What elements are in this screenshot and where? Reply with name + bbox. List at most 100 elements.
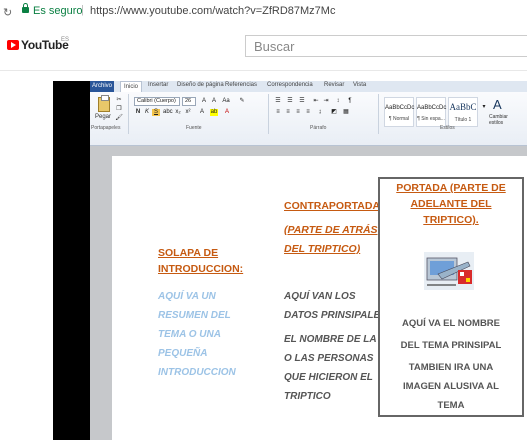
paragraph-group: ☰ ☰ ☰ ⇤ ⇥ ↕ ¶ ≡ ≡ ≡ ≡ ↨ ◩ ▦ Párrafo — [270, 94, 379, 134]
font-size-select[interactable]: 26 — [182, 97, 196, 106]
portada-line-4: IMAGEN ALUSIVA AL — [403, 381, 499, 392]
style-normal[interactable]: AaBbCcDc ¶ Normal — [384, 97, 414, 127]
tab-referencias[interactable]: Referencias — [225, 82, 257, 88]
justify-icon[interactable]: ≡ — [304, 109, 312, 116]
portada-title-2: ADELANTE DEL — [410, 198, 492, 210]
bold-icon[interactable]: N — [134, 109, 142, 116]
portada-line-2: DEL TEMA PRINSIPAL — [400, 340, 502, 351]
change-case-icon[interactable]: Aa — [222, 98, 230, 105]
numbering-icon[interactable]: ☰ — [286, 98, 294, 105]
shading-icon[interactable]: ◩ — [330, 109, 338, 116]
paste-icon[interactable] — [98, 95, 110, 112]
url-text[interactable]: https://www.youtube.com/watch?v=ZfRD87Mz… — [90, 5, 335, 17]
word-window: Archivo Inicio Insertar Diseño de página… — [90, 81, 527, 440]
contraportada-title-3: DEL TRIPTICO) — [284, 243, 361, 255]
style-normal-preview: AaBbCcDc — [385, 105, 415, 111]
portada-line-1: AQUÍ VA EL NOMBRE — [402, 318, 500, 329]
word-ribbon: Archivo Inicio Insertar Diseño de página… — [90, 81, 527, 146]
solapa-title-2: INTRODUCCION: — [158, 263, 244, 275]
text-effects-icon[interactable]: A — [198, 109, 206, 116]
tab-revisar[interactable]: Revisar — [324, 82, 344, 88]
cut-icon[interactable]: ✂ — [115, 97, 123, 104]
solapa-line-4: PEQUEÑA — [158, 348, 208, 359]
font-group: Calibri (Cuerpo) 26 A A Aa ✎ N K S abc x… — [130, 94, 269, 134]
youtube-logo-icon[interactable] — [7, 40, 19, 50]
lock-icon — [22, 3, 29, 13]
styles-group-label: Estilos — [440, 125, 455, 131]
contraportada-line-2: DATOS PRINSIPALES. — [284, 310, 390, 321]
increase-indent-icon[interactable]: ⇥ — [322, 98, 330, 105]
solapa-line-2: RESUMEN DEL — [158, 310, 231, 321]
clear-format-icon[interactable]: ✎ — [238, 98, 246, 105]
style-sin-espaciado-preview: AaBbCcDc — [417, 105, 447, 111]
superscript-icon[interactable]: x² — [184, 109, 192, 116]
portada-title-1: PORTADA (PARTE DE — [396, 182, 506, 194]
solapa-line-3: TEMA O UNA — [158, 329, 221, 340]
document-page[interactable]: SOLAPA DE INTRODUCCION: AQUÍ VA UN RESUM… — [112, 156, 527, 440]
clipboard-group: Pegar ✂ ❐ 🖌 Portapapeles — [90, 94, 129, 134]
multilevel-list-icon[interactable]: ☰ — [298, 98, 306, 105]
line-spacing-icon[interactable]: ↨ — [316, 109, 324, 116]
strikethrough-icon[interactable]: abc — [163, 109, 173, 116]
decrease-indent-icon[interactable]: ⇤ — [312, 98, 320, 105]
youtube-header: YouTube ES — [0, 26, 527, 71]
contraportada-title-1: CONTRAPORTADA: — [284, 200, 384, 212]
shrink-font-icon[interactable]: A — [210, 98, 218, 105]
ribbon-toolbar: Pegar ✂ ❐ 🖌 Portapapeles Calibri (Cuerpo… — [90, 92, 527, 146]
secure-label: Es seguro — [33, 5, 83, 17]
tab-correspondencia[interactable]: Correspondencia — [267, 82, 313, 88]
portada-line-5: TEMA — [437, 400, 465, 411]
contraportada-title-2: (PARTE DE ATRÁS — [284, 224, 378, 236]
pilcrow-icon[interactable]: ¶ — [346, 98, 354, 105]
contraportada-line-4: O LAS PERSONAS — [284, 353, 374, 364]
highlight-icon[interactable]: ab — [210, 109, 218, 116]
sort-icon[interactable]: ↕ — [334, 98, 342, 105]
tab-inicio[interactable]: Inicio — [120, 81, 143, 92]
style-normal-name: ¶ Normal — [388, 116, 410, 122]
align-center-icon[interactable]: ≡ — [284, 109, 292, 116]
copy-icon[interactable]: ❐ — [115, 106, 123, 113]
reload-icon[interactable]: ↻ — [3, 6, 12, 19]
search-input[interactable] — [245, 35, 527, 57]
tab-archivo[interactable]: Archivo — [90, 81, 114, 92]
underline-icon[interactable]: S — [152, 109, 160, 116]
solapa-title-1: SOLAPA DE — [158, 247, 219, 259]
video-player[interactable]: Archivo Inicio Insertar Diseño de página… — [0, 71, 527, 440]
portada-title-3: TRIPTICO). — [423, 214, 479, 226]
portada-frame: PORTADA (PARTE DE ADELANTE DEL TRIPTICO)… — [378, 177, 524, 417]
grow-font-icon[interactable]: A — [200, 98, 208, 105]
style-titulo-1[interactable]: AaBbC Título 1 — [448, 97, 478, 127]
tab-vista[interactable]: Vista — [353, 82, 366, 88]
address-separator: | — [81, 4, 84, 16]
tab-diseno[interactable]: Diseño de página — [177, 82, 224, 88]
font-name-select[interactable]: Calibri (Cuerpo) — [134, 97, 180, 106]
align-right-icon[interactable]: ≡ — [294, 109, 302, 116]
contraportada-line-3: EL NOMBRE DE LA — [284, 334, 377, 345]
style-sin-espaciado[interactable]: AaBbCcDc ¶ Sin espa... — [416, 97, 446, 127]
solapa-line-5: INTRODUCCION — [158, 367, 236, 378]
subscript-icon[interactable]: x₂ — [174, 109, 182, 116]
change-styles-icon[interactable]: A — [493, 97, 502, 112]
clipart-image — [424, 252, 474, 290]
solapa-line-1: AQUÍ VA UN — [158, 291, 216, 302]
font-group-label: Fuente — [186, 125, 202, 131]
borders-icon[interactable]: ▦ — [342, 109, 350, 116]
contraportada-line-5: QUE HICIERON EL — [284, 372, 373, 383]
paste-label[interactable]: Pegar — [95, 114, 111, 120]
ribbon-tabs: Archivo Inicio Insertar Diseño de página… — [90, 81, 527, 92]
browser-address-bar[interactable]: ↻ Es seguro | https://www.youtube.com/wa… — [0, 0, 527, 26]
bullets-icon[interactable]: ☰ — [274, 98, 282, 105]
portada-line-3: TAMBIEN IRA UNA — [408, 362, 494, 373]
styles-group: AaBbCcDc ¶ Normal AaBbCcDc ¶ Sin espa...… — [380, 94, 527, 134]
style-titulo-1-preview: AaBbC — [449, 102, 477, 112]
font-color-icon[interactable]: A — [223, 109, 231, 116]
styles-more-icon[interactable]: ▾ — [480, 104, 488, 111]
change-styles-label[interactable]: Cambiar estilos — [489, 114, 515, 126]
clipboard-group-label: Portapapeles — [91, 125, 121, 131]
contraportada-line-1: AQUÍ VAN LOS — [284, 291, 356, 302]
italic-icon[interactable]: K — [143, 109, 151, 116]
format-painter-icon[interactable]: 🖌 — [115, 115, 123, 122]
tab-insertar[interactable]: Insertar — [148, 82, 168, 88]
style-titulo-1-name: Título 1 — [454, 117, 472, 123]
align-left-icon[interactable]: ≡ — [274, 109, 282, 116]
